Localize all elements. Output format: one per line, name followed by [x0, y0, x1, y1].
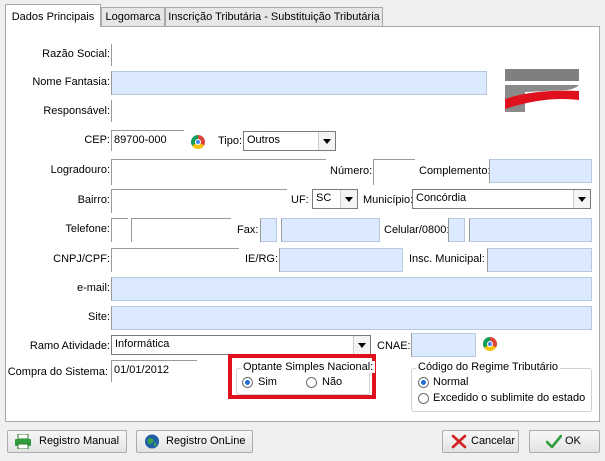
printer-icon — [15, 434, 31, 449]
cnae-label: CNAE: — [377, 340, 411, 352]
tab-inscricao-tributaria[interactable]: Inscrição Tributária - Substituição Trib… — [165, 7, 383, 26]
registro-manual-button[interactable]: Registro Manual — [7, 430, 127, 453]
complemento-input[interactable] — [489, 159, 592, 183]
cnpj-cpf-label: CNPJ/CPF: — [53, 253, 110, 265]
ok-button[interactable]: OK — [529, 430, 600, 453]
cep-input[interactable]: 89700-000 — [111, 130, 184, 151]
chrome-search-cep-icon[interactable] — [191, 135, 205, 149]
regime-excedido-radio[interactable] — [418, 393, 429, 404]
tipo-select[interactable]: Outros — [243, 131, 336, 151]
cancelar-button[interactable]: Cancelar — [442, 430, 519, 453]
optante-title: Optante Simples Nacional: — [241, 361, 376, 373]
cancelar-label: Cancelar — [471, 435, 516, 447]
uf-label: UF: — [291, 194, 309, 206]
email-label: e-mail: — [76, 282, 110, 294]
bairro-label: Bairro: — [77, 194, 110, 206]
nome-fantasia-input[interactable] — [111, 71, 487, 95]
telefone-ddd-input[interactable] — [111, 218, 128, 242]
municipio-selected-value: Concórdia — [416, 192, 467, 204]
telefone-input[interactable] — [131, 218, 231, 242]
compra-sistema-input[interactable]: 01/01/2012 — [111, 360, 197, 382]
nome-fantasia-label: Nome Fantasia: — [32, 76, 110, 88]
chevron-down-icon[interactable] — [353, 336, 370, 354]
registro-manual-label: Registro Manual — [39, 435, 120, 447]
razao-social-input[interactable] — [111, 44, 486, 66]
fax-label: Fax: — [237, 224, 259, 236]
logradouro-label: Logradouro: — [50, 164, 110, 176]
uf-selected-value: SC — [316, 192, 332, 204]
bairro-input[interactable] — [111, 189, 287, 213]
ramo-atividade-select[interactable]: Informática — [111, 335, 371, 355]
ramo-atividade-selected-value: Informática — [115, 338, 170, 350]
numero-input[interactable] — [373, 159, 415, 185]
logradouro-input[interactable] — [111, 159, 326, 185]
ie-rg-label: IE/RG: — [245, 253, 279, 265]
telefone-label: Telefone: — [65, 223, 110, 235]
regime-title: Código do Regime Tributário — [416, 361, 561, 373]
responsavel-label: Responsável: — [43, 105, 110, 117]
insc-municipal-input[interactable] — [487, 248, 592, 272]
registro-online-label: Registro OnLine — [166, 435, 246, 447]
insc-municipal-label: Insc. Municipal: — [409, 253, 485, 265]
fax-input[interactable] — [281, 218, 380, 242]
site-input[interactable] — [111, 306, 592, 330]
company-logo-image — [505, 69, 579, 112]
tab-dados-principais[interactable]: Dados Principais — [5, 4, 101, 27]
chevron-down-icon[interactable] — [340, 190, 357, 208]
optante-sim-radio[interactable] — [242, 377, 253, 388]
regime-excedido-label[interactable]: Excedido o sublimite do estado — [433, 392, 585, 404]
complemento-label: Complemento: — [419, 165, 491, 177]
optante-nao-radio[interactable] — [306, 377, 317, 388]
municipio-select[interactable]: Concórdia — [412, 189, 591, 209]
close-icon — [451, 434, 467, 449]
regime-normal-radio[interactable] — [418, 377, 429, 388]
tipo-label: Tipo: — [218, 135, 243, 147]
celular-ddd-input[interactable] — [448, 218, 465, 242]
uf-select[interactable]: SC — [312, 189, 358, 209]
celular-label: Celular/0800: — [384, 224, 450, 236]
razao-social-label: Razão Social: — [42, 48, 110, 60]
ok-label: OK — [565, 435, 581, 447]
celular-input[interactable] — [469, 218, 592, 242]
regime-groupbox — [411, 368, 592, 412]
cep-label: CEP: — [84, 134, 110, 146]
ramo-atividade-label: Ramo Atividade: — [29, 340, 110, 352]
cnae-input[interactable] — [411, 333, 476, 357]
compra-sistema-label: Compra do Sistema: — [7, 366, 108, 378]
registro-online-button[interactable]: Registro OnLine — [136, 430, 253, 453]
municipio-label: Município: — [363, 194, 414, 206]
tab-logomarca[interactable]: Logomarca — [101, 7, 165, 26]
globe-icon — [144, 434, 160, 449]
chevron-down-icon[interactable] — [318, 132, 335, 150]
cnpj-cpf-input[interactable] — [111, 248, 239, 272]
optante-sim-label[interactable]: Sim — [258, 376, 277, 388]
checkmark-icon — [546, 434, 562, 449]
ie-rg-input[interactable] — [279, 248, 403, 272]
email-input[interactable] — [111, 277, 592, 301]
chrome-search-cnae-icon[interactable] — [483, 337, 497, 351]
fax-ddd-input[interactable] — [260, 218, 277, 242]
numero-label: Número: — [330, 165, 373, 177]
tipo-selected-value: Outros — [247, 134, 281, 146]
responsavel-input[interactable] — [111, 100, 486, 122]
regime-normal-label[interactable]: Normal — [433, 376, 468, 388]
optante-nao-label[interactable]: Não — [322, 376, 342, 388]
chevron-down-icon[interactable] — [573, 190, 590, 208]
site-label: Site: — [87, 311, 110, 323]
